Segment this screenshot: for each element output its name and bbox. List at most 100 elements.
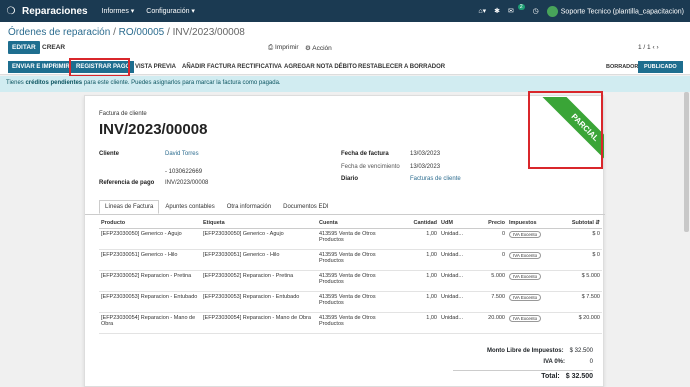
col-taxes[interactable]: Impuestos: [507, 218, 553, 229]
table-row[interactable]: [EFP23030050] Generico - Agujo [EFP230300…: [99, 228, 602, 250]
client-field[interactable]: David Torres: [165, 151, 199, 157]
apps-icon[interactable]: ❍: [0, 6, 22, 17]
cell-uom[interactable]: Unidad...: [439, 249, 479, 271]
cell-subtotal[interactable]: $ 7.500: [553, 291, 602, 313]
alert-post: para este cliente. Puedes asignarlos par…: [82, 80, 281, 86]
due-field[interactable]: 13/03/2023: [410, 164, 440, 170]
send-print-button[interactable]: ENVIAR E IMPRIMIR: [8, 61, 74, 73]
home-icon[interactable]: ⌂▾: [478, 7, 486, 15]
cell-label[interactable]: [EFP23030051] Generico - Hilo: [201, 249, 317, 271]
col-account[interactable]: Cuenta: [317, 218, 399, 229]
cell-quantity[interactable]: 1,00: [399, 270, 439, 292]
pager-value[interactable]: 1 / 1: [638, 44, 651, 51]
tab-edi-documents[interactable]: Documentos EDI: [277, 200, 334, 214]
tab-invoice-lines[interactable]: Líneas de Factura: [99, 200, 160, 214]
col-price[interactable]: Precio: [479, 218, 507, 229]
table-row[interactable]: [EFP23030054] Reparacion - Mano de Obra[…: [99, 312, 602, 334]
action-menu[interactable]: ⚙ Acción: [305, 44, 332, 52]
menu-informes[interactable]: Informes ▾: [102, 7, 135, 15]
user-menu[interactable]: Soporte Tecnico (plantilla_capacitacion): [546, 5, 684, 17]
ref-field[interactable]: INV/2023/00008: [165, 180, 208, 186]
cell-quantity[interactable]: 1,00: [399, 312, 439, 334]
cell-taxes[interactable]: IVA Excento: [507, 249, 553, 271]
chat-icon[interactable]: ✉: [508, 7, 514, 15]
col-subtotal[interactable]: Subtotal ⇵: [553, 218, 602, 229]
cell-product[interactable]: [EFP23030050] Generico - Agujo: [99, 228, 201, 250]
add-credit-note-button[interactable]: AÑADIR FACTURA RECTIFICATIVA: [178, 61, 286, 73]
cell-price[interactable]: 5.000: [479, 270, 507, 292]
chevron-left-icon[interactable]: ‹: [652, 44, 654, 51]
cell-label[interactable]: [EFP23030050] Generico - Agujo: [201, 228, 317, 250]
cell-account[interactable]: 413595 Venta de Otros Productos: [317, 270, 399, 292]
chevron-right-icon[interactable]: ›: [656, 44, 658, 51]
cell-label[interactable]: [EFP23030052] Reparacion - Pretina: [201, 270, 317, 292]
bug-icon[interactable]: ✱: [494, 7, 500, 15]
cell-account[interactable]: 413595 Venta de Otros Productos: [317, 312, 399, 334]
edit-button[interactable]: EDITAR: [8, 41, 40, 54]
tab-other-info[interactable]: Otra información: [221, 200, 277, 214]
cell-label[interactable]: [EFP23030054] Reparacion - Mano de Obra: [201, 312, 317, 334]
chat-badge: 2: [517, 4, 525, 10]
cell-product[interactable]: [EFP23030052] Reparacion - Pretina: [99, 270, 201, 292]
notebook-tabs: Líneas de Factura Apuntes contables Otra…: [99, 200, 334, 214]
cell-label[interactable]: [EFP23030053] Reparacion - Entubado: [201, 291, 317, 313]
stage-posted[interactable]: PUBLICADO: [638, 61, 683, 73]
cell-quantity[interactable]: 1,00: [399, 228, 439, 250]
col-quantity[interactable]: Cantidad: [399, 218, 439, 229]
print-menu[interactable]: ⎙ Imprimir: [268, 44, 298, 52]
tax-tag: IVA Excento: [509, 273, 542, 280]
tab-journal-items[interactable]: Apuntes contables: [159, 200, 220, 214]
alert-pre: Tienes: [6, 80, 26, 86]
alert-bold: créditos pendientes: [25, 80, 83, 86]
cell-taxes[interactable]: IVA Excento: [507, 291, 553, 313]
table-row[interactable]: [EFP23030051] Generico - Hilo [EFP2303005…: [99, 249, 602, 271]
cell-uom[interactable]: Unidad...: [439, 270, 479, 292]
add-debit-note-button[interactable]: AGREGAR NOTA DÉBITO: [280, 61, 361, 73]
cell-quantity[interactable]: 1,00: [399, 249, 439, 271]
untaxed-label: Monto Libre de Impuestos:: [486, 348, 564, 354]
scrollbar[interactable]: [684, 92, 689, 232]
navbar-systray: ⌂▾ ✱ ✉ 2 ◷ Soporte Tecnico (plantilla_ca…: [478, 0, 684, 22]
cell-taxes[interactable]: IVA Excento: [507, 228, 553, 250]
cell-price[interactable]: 20.000: [479, 312, 507, 334]
preview-button[interactable]: VISTA PREVIA: [131, 61, 180, 73]
col-product[interactable]: Producto: [99, 218, 201, 229]
journal-field[interactable]: Facturas de cliente: [410, 176, 461, 182]
create-button[interactable]: CREAR: [42, 44, 65, 51]
cell-uom[interactable]: Unidad...: [439, 312, 479, 334]
cell-product[interactable]: [EFP23030053] Reparacion - Entubado: [99, 291, 201, 313]
cell-uom[interactable]: Unidad...: [439, 228, 479, 250]
col-uom[interactable]: UdM: [439, 218, 479, 229]
cell-product[interactable]: [EFP23030054] Reparacion - Mano de Obra: [99, 312, 201, 334]
column-options-icon[interactable]: ⇵: [595, 220, 600, 226]
date-field[interactable]: 13/03/2023: [410, 151, 440, 157]
cell-account[interactable]: 413595 Venta de Otros Productos: [317, 228, 399, 250]
total-value: $ 32.500: [565, 373, 593, 380]
cell-taxes[interactable]: IVA Excento: [507, 312, 553, 334]
cell-price[interactable]: 0: [479, 228, 507, 250]
tax-tag: IVA Excento: [509, 315, 542, 322]
cell-product[interactable]: [EFP23030051] Generico - Hilo: [99, 249, 201, 271]
cell-taxes[interactable]: IVA Excento: [507, 270, 553, 292]
table-row[interactable]: [EFP23030053] Reparacion - Entubado [EFP2…: [99, 291, 602, 313]
cell-uom[interactable]: Unidad...: [439, 291, 479, 313]
menu-configuracion[interactable]: Configuración ▾: [146, 7, 195, 15]
cell-price[interactable]: 7.500: [479, 291, 507, 313]
print-label: Imprimir: [275, 44, 299, 51]
app-brand[interactable]: Reparaciones: [22, 6, 88, 17]
cell-subtotal[interactable]: $ 5.000: [553, 270, 602, 292]
reset-draft-button[interactable]: RESTABLECER A BORRADOR: [354, 61, 449, 73]
cell-subtotal[interactable]: $ 0: [553, 228, 602, 250]
breadcrumb-ro[interactable]: RO/00005: [119, 27, 165, 38]
tab-divider: [85, 214, 605, 215]
cell-subtotal[interactable]: $ 20.000: [553, 312, 602, 334]
breadcrumb-parent[interactable]: Órdenes de reparación: [8, 27, 110, 38]
cell-price[interactable]: 0: [479, 249, 507, 271]
clock-icon[interactable]: ◷: [533, 7, 539, 15]
cell-account[interactable]: 413595 Venta de Otros Productos: [317, 249, 399, 271]
cell-account[interactable]: 413595 Venta de Otros Productos: [317, 291, 399, 313]
col-label[interactable]: Etiqueta: [201, 218, 317, 229]
cell-subtotal[interactable]: $ 0: [553, 249, 602, 271]
table-row[interactable]: [EFP23030052] Reparacion - Pretina [EFP23…: [99, 270, 602, 292]
cell-quantity[interactable]: 1,00: [399, 291, 439, 313]
